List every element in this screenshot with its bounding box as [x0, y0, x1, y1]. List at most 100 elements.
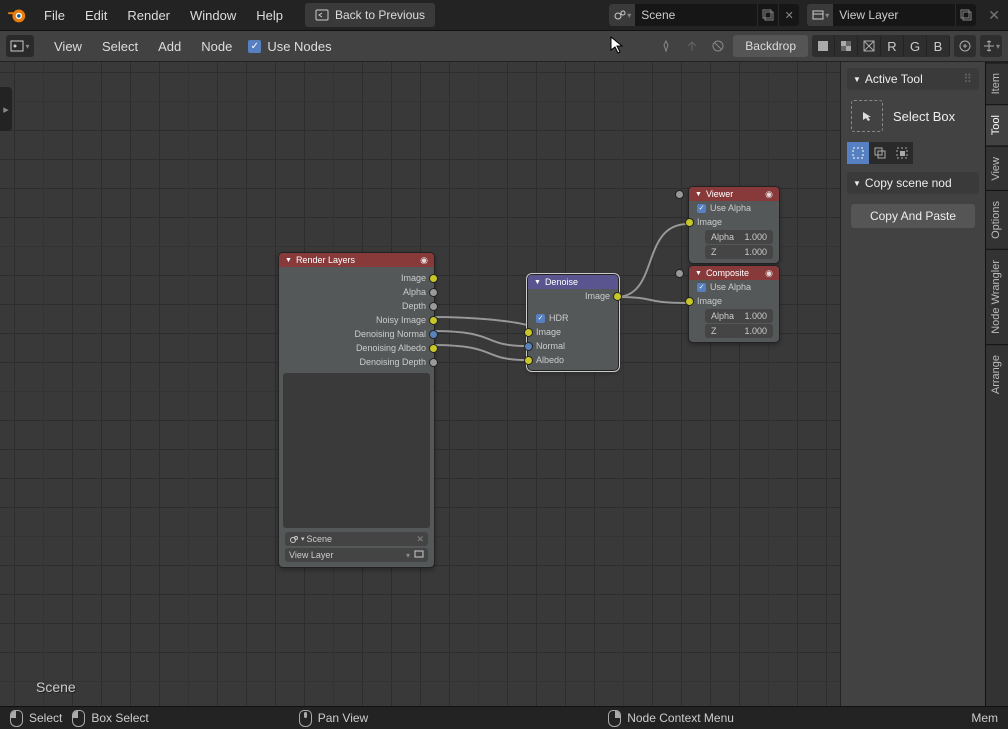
output-noisy-image[interactable]: Noisy Image: [279, 313, 434, 327]
backdrop-move-icon[interactable]: ▾: [980, 35, 1002, 57]
render-preview-area: [283, 373, 430, 528]
preview-icon[interactable]: ◉: [765, 189, 773, 200]
scene-name-input[interactable]: [635, 8, 757, 22]
panel-active-tool-header[interactable]: ▼Active Tool⠿: [847, 68, 979, 90]
use-alpha-checkbox[interactable]: ✓Use Alpha: [689, 280, 779, 294]
side-panel: ▼Active Tool⠿ Select Box ▼Copy scene nod…: [840, 62, 985, 709]
node-denoise[interactable]: ▼ Denoise Image ✓HDR Image Normal Albedo: [527, 274, 619, 371]
submenu-view[interactable]: View: [44, 35, 92, 58]
collapse-icon[interactable]: ▼: [534, 279, 541, 286]
mouse-right-icon: [608, 710, 621, 727]
use-alpha-checkbox[interactable]: ✓Use Alpha: [689, 201, 779, 215]
channel-alpha-icon[interactable]: [858, 35, 881, 57]
render-single-icon[interactable]: [414, 549, 424, 561]
snap-icon[interactable]: [707, 35, 729, 57]
input-image[interactable]: Image: [689, 294, 779, 308]
zoom-fit-icon[interactable]: [954, 35, 976, 57]
preview-icon[interactable]: ◉: [420, 255, 428, 266]
scene-icon: [289, 534, 299, 544]
node-viewer[interactable]: ▼ Viewer ◉ ✓Use Alpha Image Alpha1.000 Z…: [688, 186, 780, 264]
alpha-slider[interactable]: Alpha1.000: [705, 309, 773, 323]
checkmark-icon: ✓: [248, 40, 261, 53]
node-render-layers[interactable]: ▼ Render Layers ◉ Image Alpha Depth Nois…: [278, 252, 435, 568]
hdr-checkbox[interactable]: ✓HDR: [528, 311, 618, 325]
collapse-icon[interactable]: ▼: [285, 257, 292, 264]
input-image[interactable]: Image: [689, 215, 779, 229]
copy-and-paste-button[interactable]: Copy And Paste: [851, 204, 975, 228]
output-image[interactable]: Image: [279, 271, 434, 285]
status-context-menu: Node Context Menu: [608, 710, 734, 727]
parent-node-tree-icon[interactable]: [681, 35, 703, 57]
input-normal[interactable]: Normal: [528, 339, 618, 353]
tab-node-wrangler[interactable]: Node Wrangler: [986, 249, 1008, 344]
submenu-node[interactable]: Node: [191, 35, 242, 58]
output-depth[interactable]: Depth: [279, 299, 434, 313]
status-box-select: Box Select: [72, 710, 148, 727]
menu-help[interactable]: Help: [246, 2, 293, 29]
select-subtract-icon[interactable]: [891, 142, 913, 164]
channel-r[interactable]: R: [881, 35, 904, 57]
viewlayer-browse-icon[interactable]: ▾: [807, 4, 833, 26]
select-set-icon[interactable]: [847, 142, 869, 164]
use-nodes-label: Use Nodes: [267, 39, 331, 54]
tab-tool[interactable]: Tool: [986, 104, 1008, 145]
tab-arrange[interactable]: Arrange: [986, 344, 1008, 404]
input-image[interactable]: Image: [528, 325, 618, 339]
alpha-slider[interactable]: Alpha1.000: [705, 230, 773, 244]
new-scene-icon[interactable]: [757, 4, 778, 26]
select-box-tool-icon: [851, 100, 883, 132]
channel-color-icon[interactable]: [812, 35, 835, 57]
output-alpha[interactable]: Alpha: [279, 285, 434, 299]
menu-edit[interactable]: Edit: [75, 2, 117, 29]
collapse-icon[interactable]: ▼: [695, 270, 702, 277]
output-denoising-depth[interactable]: Denoising Depth: [279, 355, 434, 369]
back-to-previous-button[interactable]: Back to Previous: [305, 3, 435, 27]
new-viewlayer-icon[interactable]: [955, 4, 976, 26]
z-slider[interactable]: Z1.000: [705, 324, 773, 338]
pin-icon[interactable]: [655, 35, 677, 57]
toolbar-expand-icon[interactable]: ▸: [0, 87, 12, 131]
delete-scene-icon[interactable]: ✕: [778, 4, 799, 26]
menu-render[interactable]: Render: [117, 2, 180, 29]
tab-view[interactable]: View: [986, 146, 1008, 191]
collapse-icon[interactable]: ▼: [695, 191, 702, 198]
scene-selector[interactable]: ▾ ✕: [609, 4, 799, 26]
z-slider[interactable]: Z1.000: [705, 245, 773, 259]
input-albedo[interactable]: Albedo: [528, 353, 618, 367]
mouse-left-icon: [10, 710, 23, 727]
scene-browse-icon[interactable]: ▾: [609, 4, 635, 26]
tab-item[interactable]: Item: [986, 62, 1008, 104]
node-header[interactable]: ▼ Render Layers ◉: [279, 253, 434, 267]
panel-copy-scene-header[interactable]: ▼Copy scene nod: [847, 172, 979, 194]
node-composite[interactable]: ▼ Composite ◉ ✓Use Alpha Image Alpha1.00…: [688, 265, 780, 343]
side-tabs: Item Tool View Options Node Wrangler Arr…: [985, 62, 1008, 709]
viewlayer-field[interactable]: View Layer▾: [285, 548, 428, 562]
output-denoising-albedo[interactable]: Denoising Albedo: [279, 341, 434, 355]
tab-options[interactable]: Options: [986, 190, 1008, 249]
node-header[interactable]: ▼ Denoise: [528, 275, 618, 289]
submenu-add[interactable]: Add: [148, 35, 191, 58]
viewlayer-selector[interactable]: ▾: [807, 4, 976, 26]
node-editor-canvas[interactable]: ▸ ▼ Render Layers ◉ Image Alpha Depth N: [0, 62, 840, 709]
backdrop-toggle[interactable]: Backdrop: [733, 35, 808, 57]
editor-type-selector[interactable]: ▾: [6, 35, 34, 57]
mouse-left-drag-icon: [72, 710, 85, 727]
clear-icon[interactable]: ✕: [416, 534, 424, 545]
scene-field[interactable]: ▾Scene✕: [285, 532, 428, 546]
channel-b[interactable]: B: [927, 35, 950, 57]
scene-overlay-label: Scene: [36, 679, 76, 695]
select-extend-icon[interactable]: [869, 142, 891, 164]
channel-g[interactable]: G: [904, 35, 927, 57]
submenu-select[interactable]: Select: [92, 35, 148, 58]
viewlayer-name-input[interactable]: [833, 8, 955, 22]
output-image[interactable]: Image: [528, 289, 618, 303]
output-denoising-normal[interactable]: Denoising Normal: [279, 327, 434, 341]
use-nodes-checkbox[interactable]: ✓ Use Nodes: [248, 39, 331, 54]
preview-icon[interactable]: ◉: [765, 268, 773, 279]
menu-window[interactable]: Window: [180, 2, 246, 29]
node-header[interactable]: ▼ Viewer ◉: [689, 187, 779, 201]
remove-viewlayer-icon[interactable]: ✕: [980, 7, 1008, 24]
node-header[interactable]: ▼ Composite ◉: [689, 266, 779, 280]
channel-colalpha-icon[interactable]: [835, 35, 858, 57]
menu-file[interactable]: File: [34, 2, 75, 29]
